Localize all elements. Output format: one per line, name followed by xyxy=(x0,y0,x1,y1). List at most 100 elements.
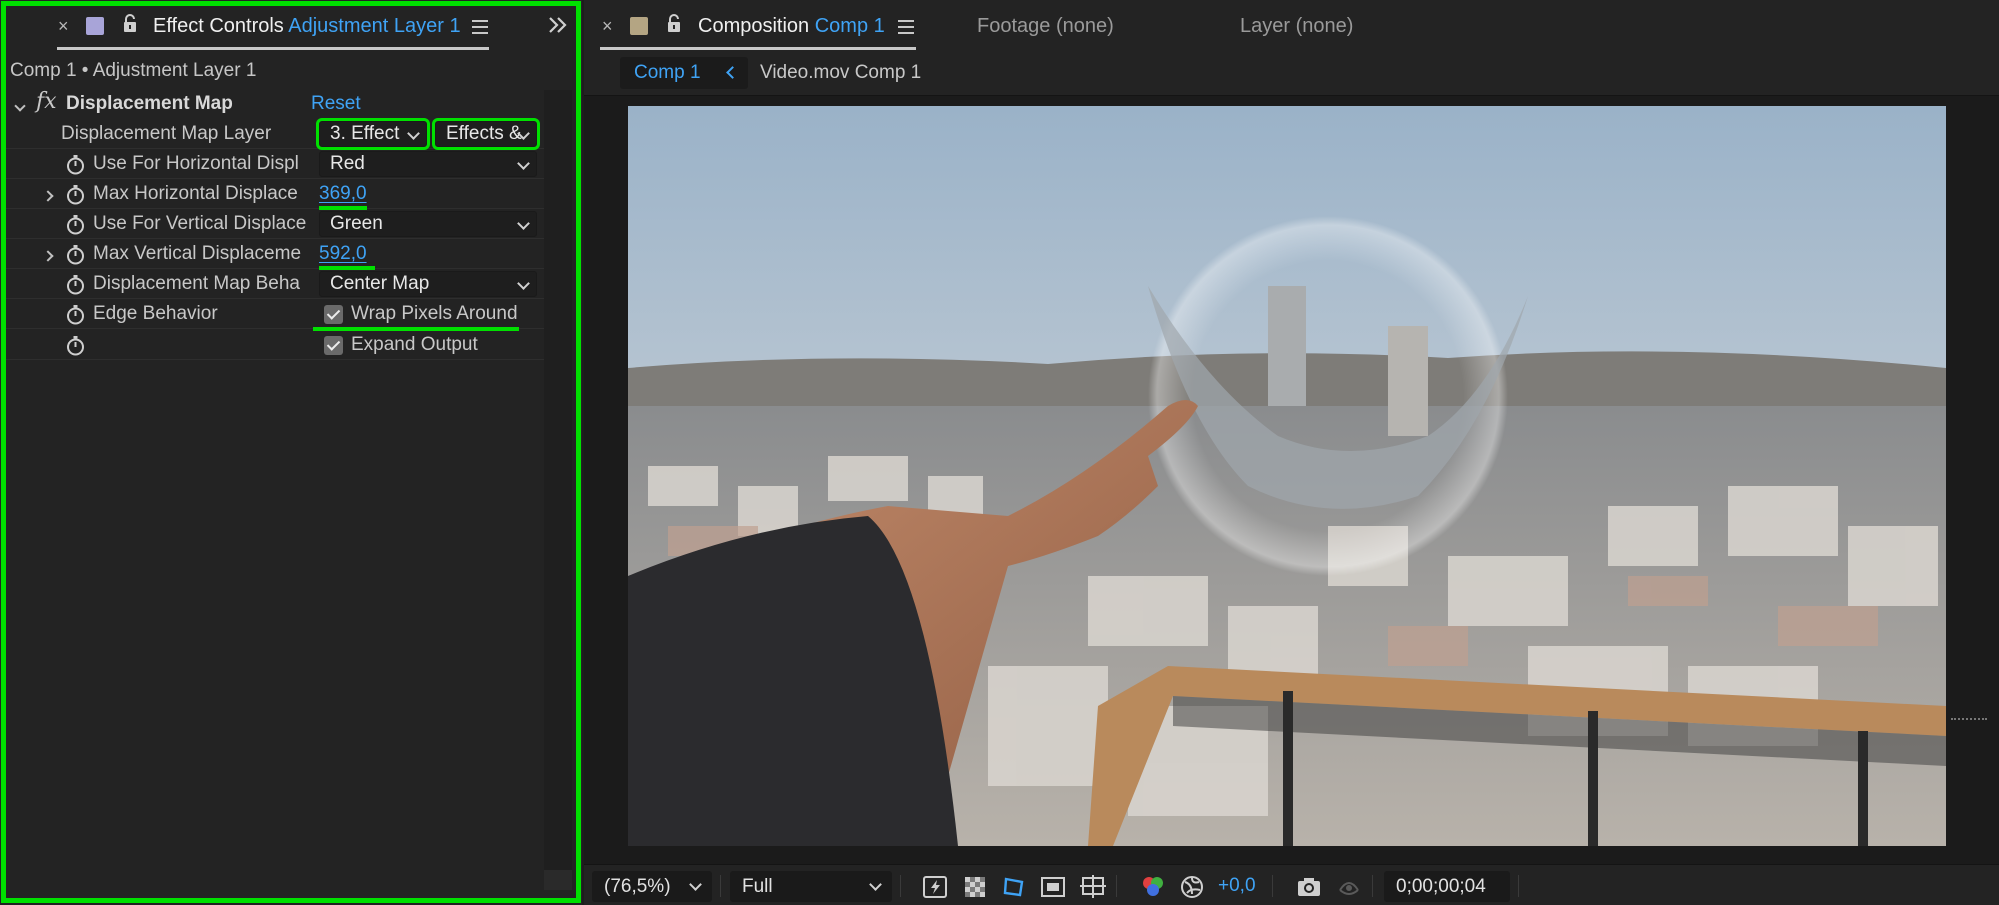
row-edge-behavior: Edge Behavior Wrap Pixels Around xyxy=(6,299,544,329)
toolbar-separator xyxy=(720,875,721,897)
reset-button[interactable]: Reset xyxy=(311,93,361,115)
tab-layer-name: Adjustment Layer 1 xyxy=(288,15,461,37)
toolbar-separator xyxy=(1116,875,1117,897)
effect-header-row[interactable]: fx Displacement Map xyxy=(6,89,544,119)
magnification-dropdown[interactable]: (76,5%) xyxy=(592,871,712,902)
effect-controls-scrollbar[interactable] xyxy=(544,90,572,890)
composition-viewer[interactable] xyxy=(628,106,1946,846)
chevron-down-icon xyxy=(689,878,702,891)
transparency-grid-icon[interactable] xyxy=(962,874,988,900)
toolbar-separator xyxy=(900,875,901,897)
timecode-value: 0;00;00;04 xyxy=(1396,876,1486,897)
composition-subtabs: Comp 1 Video.mov Comp 1 xyxy=(584,52,1999,96)
row-displacement-map-layer: Displacement Map Layer 3. Effect Effects… xyxy=(6,118,544,150)
composition-panel: × Composition Comp 1 Footage (none) Laye… xyxy=(584,0,1999,905)
fast-preview-icon[interactable] xyxy=(922,874,948,900)
chevron-down-icon xyxy=(517,277,530,290)
color-channels-icon[interactable] xyxy=(1140,874,1166,900)
composition-tab-name: Comp 1 xyxy=(814,15,885,37)
region-of-interest-icon[interactable] xyxy=(1040,874,1066,900)
guides-icon[interactable] xyxy=(1080,874,1106,900)
composition-tabbar: × Composition Comp 1 Footage (none) Laye… xyxy=(584,0,1999,52)
chevron-down-icon xyxy=(517,157,530,170)
row-expand-output: Expand Output xyxy=(6,330,544,360)
row-max-horizontal: Max Horizontal Displace 369,0 xyxy=(6,179,544,209)
timecode-field[interactable]: 0;00;00;04 xyxy=(1384,871,1510,902)
scrollbar-end[interactable] xyxy=(544,870,572,890)
subtab-comp-1-label[interactable]: Comp 1 xyxy=(634,62,701,84)
chevron-right-icon[interactable] xyxy=(42,185,54,205)
fx-icon[interactable]: fx xyxy=(36,89,57,114)
close-icon[interactable]: × xyxy=(58,16,69,37)
chevron-down-icon[interactable] xyxy=(14,95,26,115)
breadcrumb: Comp 1 • Adjustment Layer 1 xyxy=(10,60,257,81)
stopwatch-icon[interactable] xyxy=(66,304,85,325)
max-vertical-label: Max Vertical Displaceme xyxy=(93,243,302,264)
row-max-vertical: Max Vertical Displaceme 592,0 xyxy=(6,239,544,269)
comp-color-swatch-icon[interactable] xyxy=(630,17,648,35)
resolution-dropdown[interactable]: Full xyxy=(730,871,892,902)
map-layer-source-dropdown[interactable]: Effects & xyxy=(432,118,540,150)
expand-panels-icon[interactable] xyxy=(548,16,568,40)
row-use-vertical: Use For Vertical Displace Green xyxy=(6,209,544,239)
stopwatch-icon[interactable] xyxy=(66,154,85,175)
close-icon[interactable]: × xyxy=(602,16,613,37)
stopwatch-icon[interactable] xyxy=(66,214,85,235)
effect-controls-tabbar: × Effect Controls Adjustment Layer 1 xyxy=(0,0,582,56)
viewer-frame-image xyxy=(628,106,1946,846)
toolbar-separator xyxy=(1272,875,1273,897)
show-snapshot-icon[interactable] xyxy=(1336,874,1362,900)
lock-icon[interactable] xyxy=(666,14,682,34)
stopwatch-icon[interactable] xyxy=(66,335,85,356)
wrap-pixels-label[interactable]: Wrap Pixels Around xyxy=(351,303,518,325)
chevron-down-icon xyxy=(517,217,530,230)
wrap-pixels-checkbox[interactable] xyxy=(324,305,343,324)
footage-tab[interactable]: Footage (none) xyxy=(977,15,1114,38)
magnification-value: (76,5%) xyxy=(604,876,671,897)
row-map-behavior: Displacement Map Beha Center Map xyxy=(6,269,544,299)
panel-menu-icon[interactable] xyxy=(898,20,914,34)
subtab-video-comp[interactable]: Video.mov Comp 1 xyxy=(760,62,921,84)
expand-output-checkbox[interactable] xyxy=(324,336,343,355)
use-vertical-label: Use For Vertical Displace xyxy=(93,213,307,234)
max-vertical-value[interactable]: 592,0 xyxy=(319,243,367,265)
effect-controls-tab[interactable]: Effect Controls Adjustment Layer 1 xyxy=(153,15,461,38)
use-vertical-dropdown[interactable]: Green xyxy=(319,211,537,237)
use-horizontal-dropdown[interactable]: Red xyxy=(319,151,537,177)
effect-controls-panel: × Effect Controls Adjustment Layer 1 Com… xyxy=(0,0,582,905)
layer-tab[interactable]: Layer (none) xyxy=(1240,15,1353,38)
snapshot-icon[interactable] xyxy=(1296,874,1322,900)
expand-output-label[interactable]: Expand Output xyxy=(351,334,478,356)
effect-name: Displacement Map xyxy=(66,93,233,114)
chevron-right-icon[interactable] xyxy=(42,245,54,265)
mask-path-icon[interactable] xyxy=(1001,874,1027,900)
max-horizontal-value[interactable]: 369,0 xyxy=(319,183,367,205)
chevron-down-icon xyxy=(407,127,420,140)
stopwatch-icon[interactable] xyxy=(66,274,85,295)
composition-toolbar: (76,5%) Full +0,0 0;00;00;04 xyxy=(584,864,1999,905)
layer-color-swatch-icon[interactable] xyxy=(86,17,104,35)
map-behavior-dropdown[interactable]: Center Map xyxy=(319,271,537,297)
use-horizontal-label: Use For Horizontal Displ xyxy=(93,153,299,174)
stopwatch-icon[interactable] xyxy=(66,244,85,265)
tab-active-underline xyxy=(600,47,916,50)
composition-tab[interactable]: Composition Comp 1 xyxy=(698,15,885,38)
toolbar-separator xyxy=(1518,875,1519,897)
displacement-map-layer-label: Displacement Map Layer xyxy=(61,123,272,144)
map-behavior-label: Displacement Map Beha xyxy=(93,273,300,294)
map-layer-dropdown[interactable]: 3. Effect xyxy=(316,118,430,150)
row-use-horizontal: Use For Horizontal Displ Red xyxy=(6,149,544,179)
panel-menu-icon[interactable] xyxy=(472,20,488,34)
use-horizontal-value: Red xyxy=(330,153,365,174)
map-layer-value: 3. Effect xyxy=(330,123,400,144)
stopwatch-icon[interactable] xyxy=(66,184,85,205)
lock-icon[interactable] xyxy=(122,14,138,34)
toolbar-separator xyxy=(1372,875,1373,897)
use-vertical-value: Green xyxy=(330,213,383,234)
resolution-value: Full xyxy=(742,876,773,897)
viewer-edge-mark xyxy=(1951,718,1987,720)
composition-tab-label: Composition xyxy=(698,15,810,37)
exposure-value[interactable]: +0,0 xyxy=(1218,875,1256,897)
exposure-reset-icon[interactable] xyxy=(1179,874,1205,900)
map-layer-source-value: Effects & xyxy=(446,123,522,144)
